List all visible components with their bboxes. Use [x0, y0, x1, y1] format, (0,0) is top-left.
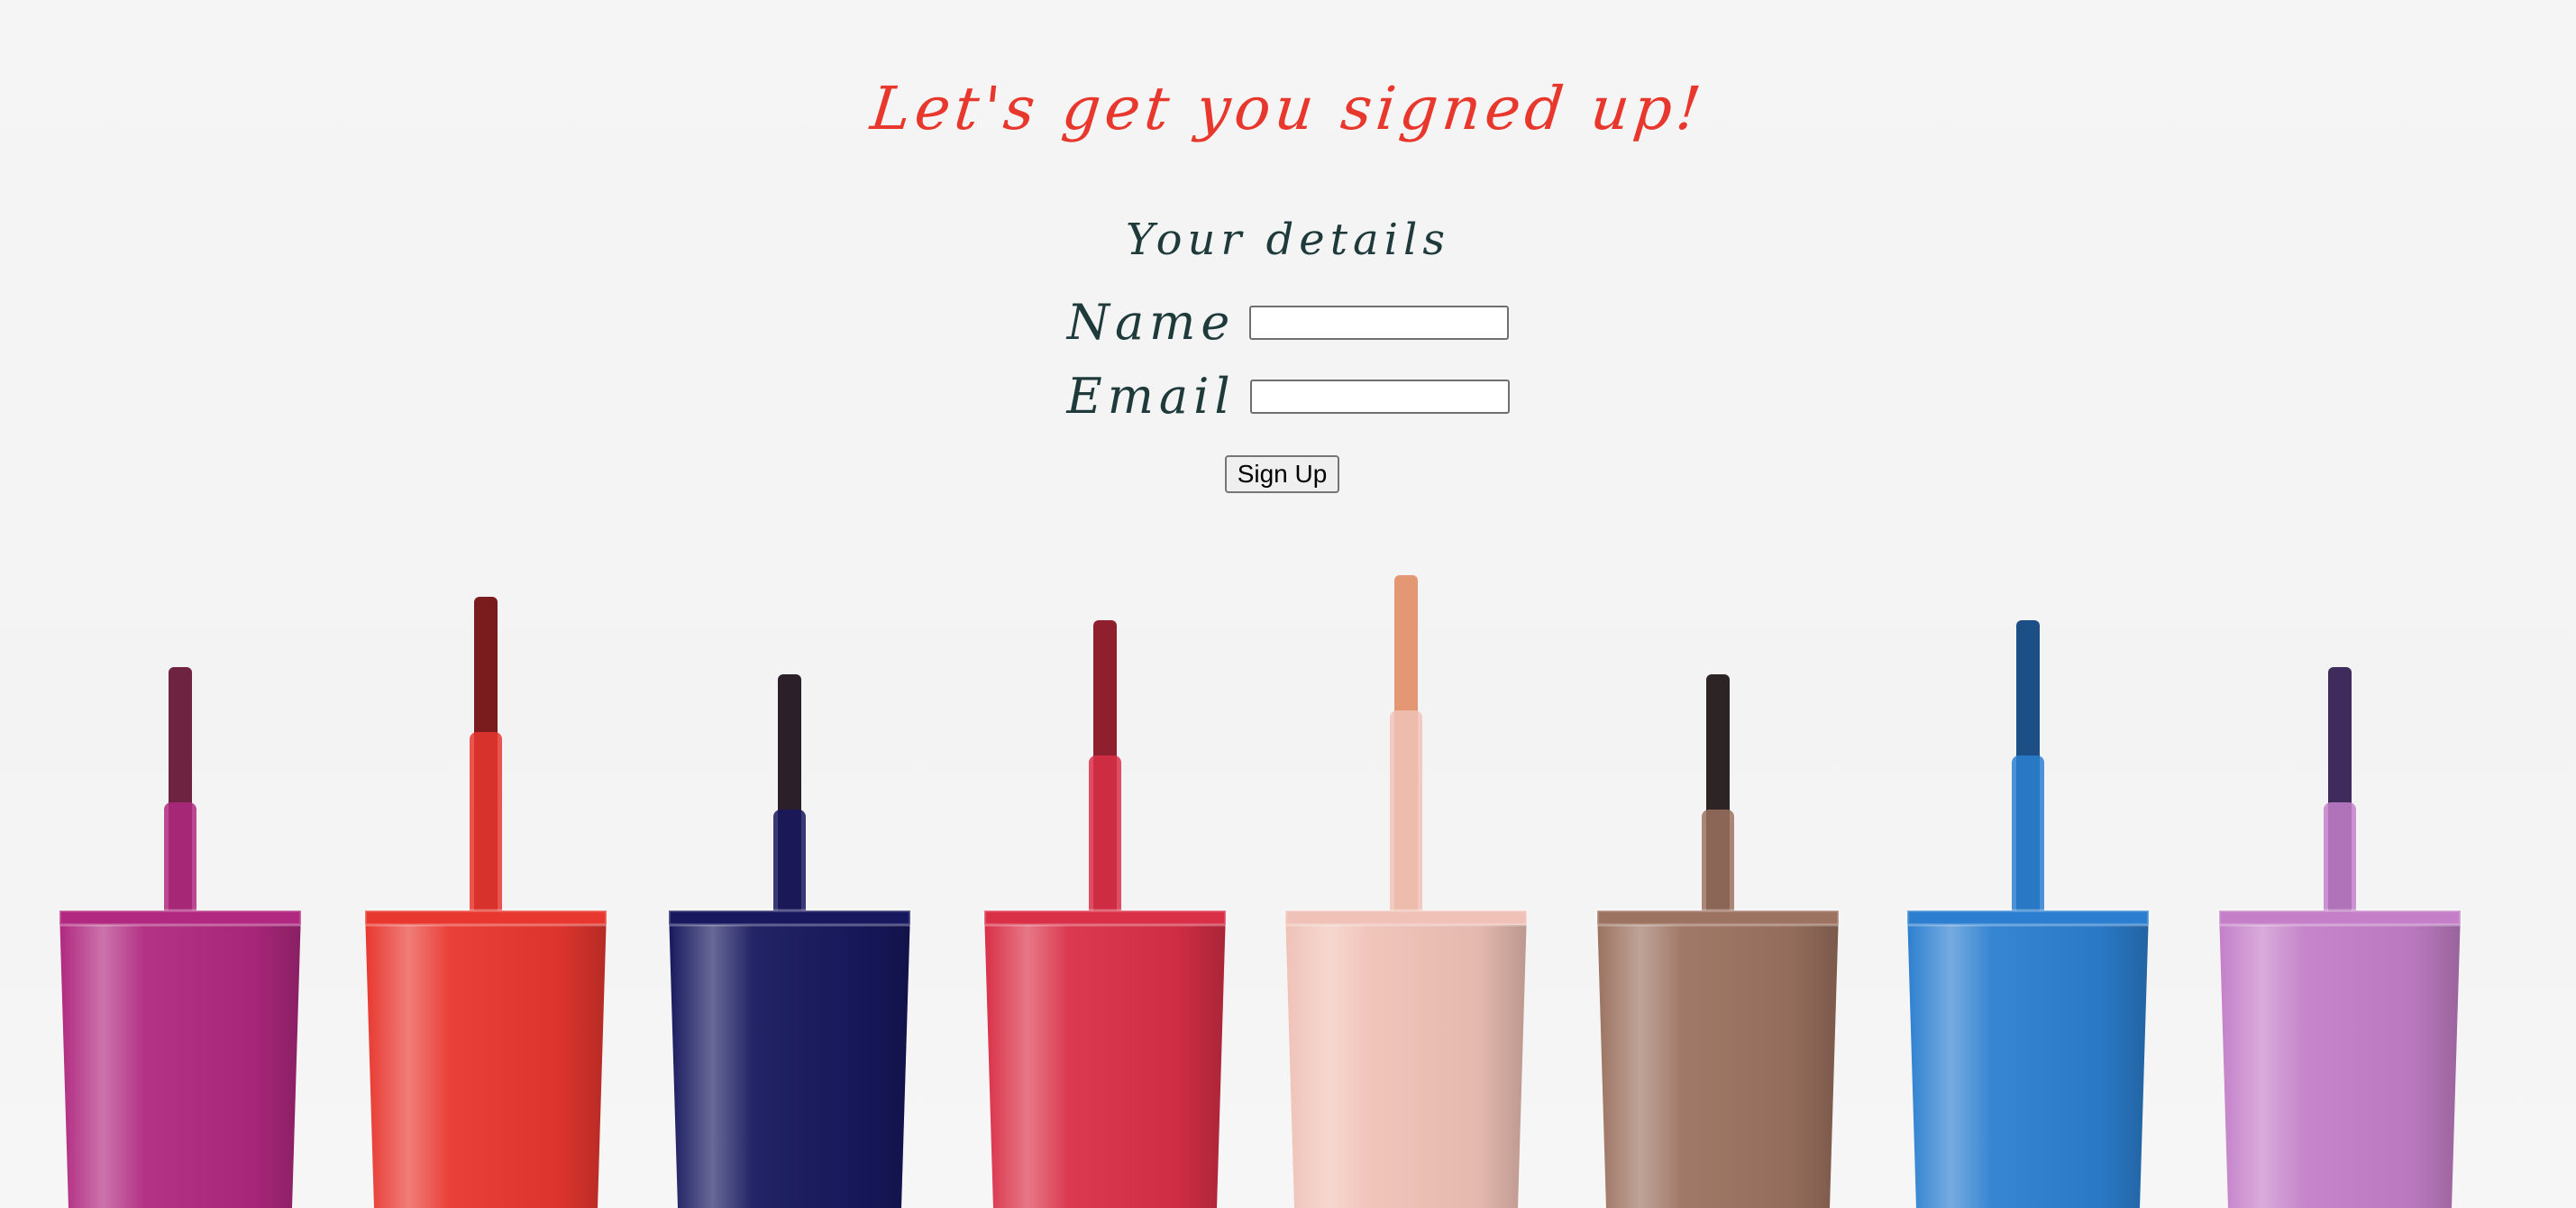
nail-polish-bottle: [2217, 667, 2462, 1208]
nail-polish-bottle: [982, 620, 1228, 1208]
nail-polish-bottle: [1905, 620, 2151, 1208]
name-label: Name: [1066, 294, 1236, 351]
sign-up-button[interactable]: Sign Up: [1225, 455, 1339, 493]
page-title: Let's get you signed up!: [867, 74, 1709, 143]
nail-polish-bottle: [1595, 674, 1841, 1208]
email-input[interactable]: [1249, 379, 1510, 414]
name-input[interactable]: [1249, 305, 1510, 340]
nail-polish-bottle: [1283, 575, 1529, 1208]
email-label: Email: [1066, 368, 1236, 425]
nail-polish-bottle: [58, 667, 303, 1208]
nail-polish-background-image: [58, 575, 2462, 1208]
email-row: Email: [0, 368, 2576, 425]
name-row: Name: [0, 294, 2576, 351]
nail-polish-bottle: [363, 597, 608, 1208]
nail-polish-bottle: [667, 674, 912, 1208]
details-section-title: Your details: [1126, 215, 1450, 265]
